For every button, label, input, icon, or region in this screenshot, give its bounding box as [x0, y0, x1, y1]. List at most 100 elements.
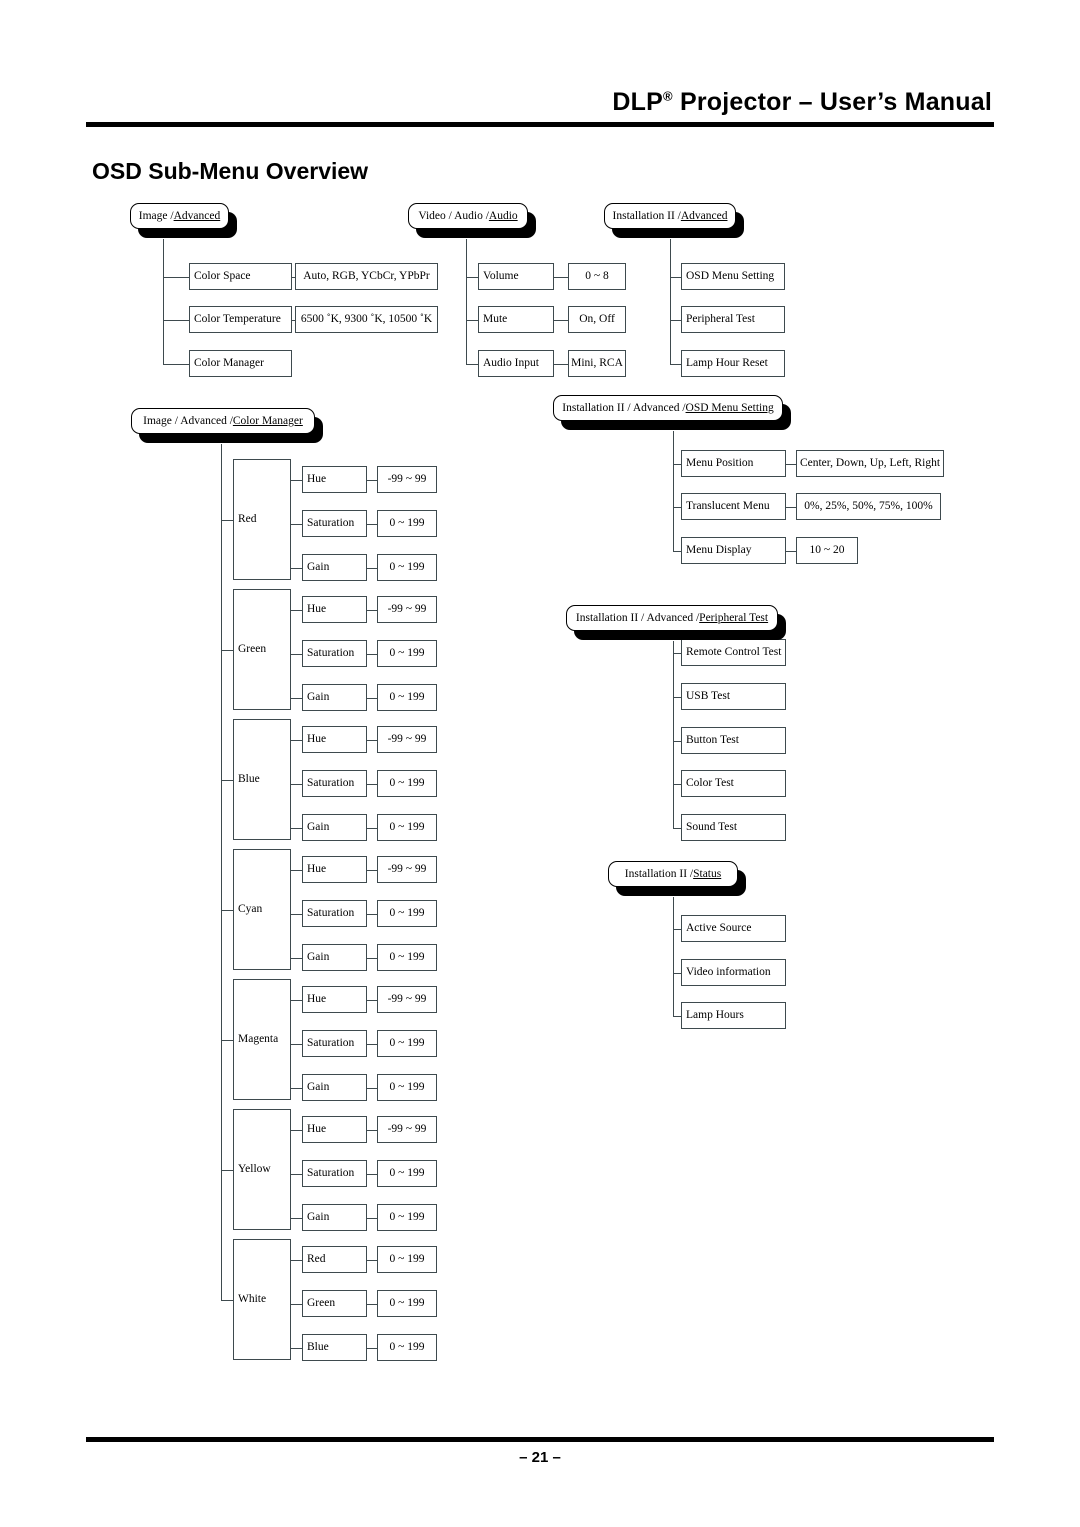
color-item-white-blue: Blue — [302, 1334, 367, 1361]
trunk-peripheral-test — [673, 641, 675, 828]
trunk-installation2-status — [673, 897, 675, 1016]
value-link-osd-menu-setting-2 — [786, 550, 796, 552]
color-value-green-saturation: 0 ~ 199 — [377, 640, 437, 667]
color-item-white-green: Green — [302, 1290, 367, 1317]
menu-item-osd-menu-setting-1: Translucent Menu — [681, 493, 786, 520]
value-link-red-1 — [367, 523, 377, 525]
link-blue-2 — [291, 827, 302, 829]
color-item-red-saturation: Saturation — [302, 510, 367, 537]
capsule-video-audio-audio: Video / Audio / Audio — [408, 203, 536, 238]
capsule-label: Installation II / Status — [608, 861, 738, 887]
header-title-rest: Projector – User’s Manual — [672, 88, 992, 116]
value-link-green-0 — [367, 609, 377, 611]
menu-item-installation2-status-2: Lamp Hours — [681, 1002, 786, 1029]
trunk-color-manager — [221, 444, 223, 1300]
branch-image-advanced-0 — [163, 276, 189, 278]
capsule-label-current: Audio — [488, 210, 518, 222]
branch-color-green — [221, 649, 233, 651]
branch-color-yellow — [221, 1169, 233, 1171]
capsule-label-current: Peripheral Test — [699, 612, 769, 624]
value-link-cyan-2 — [367, 957, 377, 959]
color-group-blue: Blue — [233, 719, 291, 840]
branch-osd-menu-setting-0 — [673, 463, 681, 465]
color-value-magenta-hue: -99 ~ 99 — [377, 986, 437, 1013]
value-link-video-audio-audio-1 — [554, 319, 568, 321]
menu-item-video-audio-audio-0: Volume — [478, 263, 554, 290]
color-value-white-red: 0 ~ 199 — [377, 1246, 437, 1273]
color-value-blue-saturation: 0 ~ 199 — [377, 770, 437, 797]
capsule-image-advanced: Image / Advanced — [130, 203, 237, 238]
link-yellow-1 — [291, 1173, 302, 1175]
capsule-installation2-status: Installation II / Status — [608, 861, 746, 896]
color-value-blue-hue: -99 ~ 99 — [377, 726, 437, 753]
menu-value-video-audio-audio-2: Mini, RCA — [568, 350, 626, 377]
trunk-image-advanced — [163, 239, 165, 364]
header-title-main: DLP — [612, 88, 664, 116]
color-value-magenta-gain: 0 ~ 199 — [377, 1074, 437, 1101]
branch-color-magenta — [221, 1039, 233, 1041]
branch-installation2-status-2 — [673, 1015, 681, 1017]
color-value-red-gain: 0 ~ 199 — [377, 554, 437, 581]
capsule-label-prefix: Installation II / — [624, 868, 694, 880]
capsule-label-current: Color Manager — [232, 415, 303, 427]
menu-item-image-advanced-2: Color Manager — [189, 350, 292, 377]
value-link-yellow-0 — [367, 1129, 377, 1131]
menu-item-installation2-advanced-0: OSD Menu Setting — [681, 263, 785, 290]
value-link-blue-1 — [367, 783, 377, 785]
link-cyan-2 — [291, 957, 302, 959]
capsule-label: Installation II / Advanced / OSD Menu Se… — [553, 395, 783, 421]
color-value-magenta-saturation: 0 ~ 199 — [377, 1030, 437, 1057]
value-link-video-audio-audio-2 — [554, 363, 568, 365]
branch-installation2-status-0 — [673, 928, 681, 930]
link-white-0 — [291, 1259, 302, 1261]
manual-page: DLP® Projector – User’s Manual OSD Sub-M… — [0, 0, 1080, 1527]
color-value-white-green: 0 ~ 199 — [377, 1290, 437, 1317]
capsule-label-current: Advanced — [680, 210, 728, 222]
color-value-cyan-hue: -99 ~ 99 — [377, 856, 437, 883]
color-item-blue-hue: Hue — [302, 726, 367, 753]
link-yellow-0 — [291, 1129, 302, 1131]
page-title: OSD Sub-Menu Overview — [92, 158, 369, 184]
color-value-cyan-gain: 0 ~ 199 — [377, 944, 437, 971]
color-value-white-blue: 0 ~ 199 — [377, 1334, 437, 1361]
capsule-label: Image / Advanced — [130, 203, 229, 229]
color-value-red-hue: -99 ~ 99 — [377, 466, 437, 493]
value-link-white-1 — [367, 1303, 377, 1305]
link-white-1 — [291, 1303, 302, 1305]
color-item-magenta-gain: Gain — [302, 1074, 367, 1101]
link-green-1 — [291, 653, 302, 655]
link-blue-1 — [291, 783, 302, 785]
branch-peripheral-test-2 — [673, 740, 681, 742]
value-link-magenta-0 — [367, 999, 377, 1001]
capsule-label: Video / Audio / Audio — [408, 203, 528, 229]
color-group-white: White — [233, 1239, 291, 1360]
header-divider — [86, 122, 994, 127]
link-cyan-0 — [291, 869, 302, 871]
menu-value-osd-menu-setting-2: 10 ~ 20 — [796, 537, 858, 564]
color-item-cyan-gain: Gain — [302, 944, 367, 971]
menu-item-peripheral-test-1: USB Test — [681, 683, 786, 710]
value-link-white-2 — [367, 1347, 377, 1349]
value-link-blue-0 — [367, 739, 377, 741]
value-link-video-audio-audio-0 — [554, 276, 568, 278]
capsule-label-prefix: Video / Audio / — [418, 210, 489, 222]
link-green-0 — [291, 609, 302, 611]
branch-peripheral-test-1 — [673, 696, 681, 698]
color-item-green-saturation: Saturation — [302, 640, 367, 667]
link-white-2 — [291, 1347, 302, 1349]
color-group-green: Green — [233, 589, 291, 710]
menu-item-video-audio-audio-2: Audio Input — [478, 350, 554, 377]
color-item-blue-saturation: Saturation — [302, 770, 367, 797]
menu-item-image-advanced-0: Color Space — [189, 263, 292, 290]
trunk-osd-menu-setting — [673, 431, 675, 551]
branch-peripheral-test-3 — [673, 783, 681, 785]
menu-value-image-advanced-1: 6500 ˚K, 9300 ˚K, 10500 ˚K — [295, 306, 438, 333]
menu-item-peripheral-test-2: Button Test — [681, 727, 786, 754]
capsule-label-current: OSD Menu Setting — [685, 402, 774, 414]
branch-video-audio-audio-1 — [466, 319, 478, 321]
value-link-cyan-1 — [367, 913, 377, 915]
color-item-cyan-hue: Hue — [302, 856, 367, 883]
color-item-red-gain: Gain — [302, 554, 367, 581]
value-link-green-2 — [367, 697, 377, 699]
branch-image-advanced-1 — [163, 319, 189, 321]
